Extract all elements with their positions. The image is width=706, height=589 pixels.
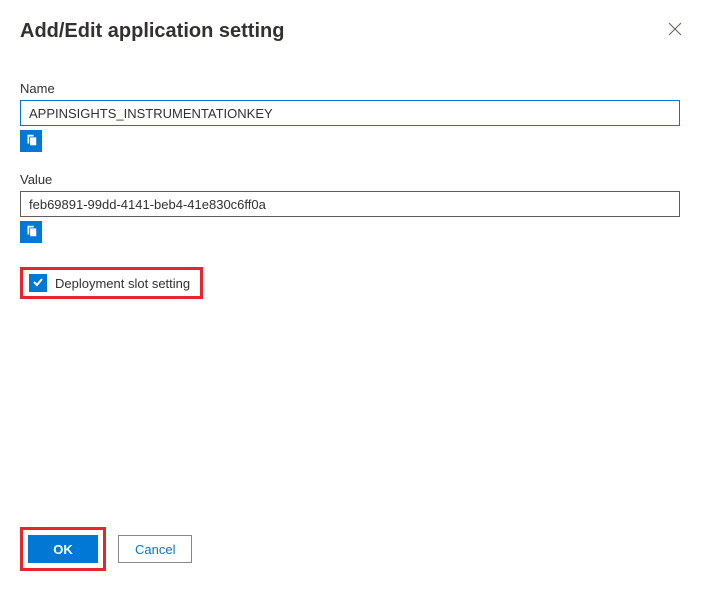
name-input[interactable] [20,100,680,126]
copy-name-button[interactable] [20,130,42,152]
ok-highlight: OK [20,527,106,571]
close-icon[interactable] [664,20,686,42]
name-label: Name [20,81,686,96]
copy-icon [24,224,38,241]
cancel-button[interactable]: Cancel [118,535,192,563]
deployment-slot-checkbox-row[interactable]: Deployment slot setting [20,267,203,299]
deployment-slot-checkbox[interactable] [29,274,47,292]
dialog-header: Add/Edit application setting [20,20,686,43]
value-field-group: Value [20,172,686,243]
copy-value-button[interactable] [20,221,42,243]
dialog-footer: OK Cancel [20,527,192,571]
check-icon [32,276,44,291]
name-field-group: Name [20,81,686,152]
deployment-slot-label: Deployment slot setting [55,276,194,291]
dialog-title: Add/Edit application setting [20,20,284,43]
value-input[interactable] [20,191,680,217]
ok-button[interactable]: OK [28,535,98,563]
value-label: Value [20,172,686,187]
copy-icon [24,133,38,150]
